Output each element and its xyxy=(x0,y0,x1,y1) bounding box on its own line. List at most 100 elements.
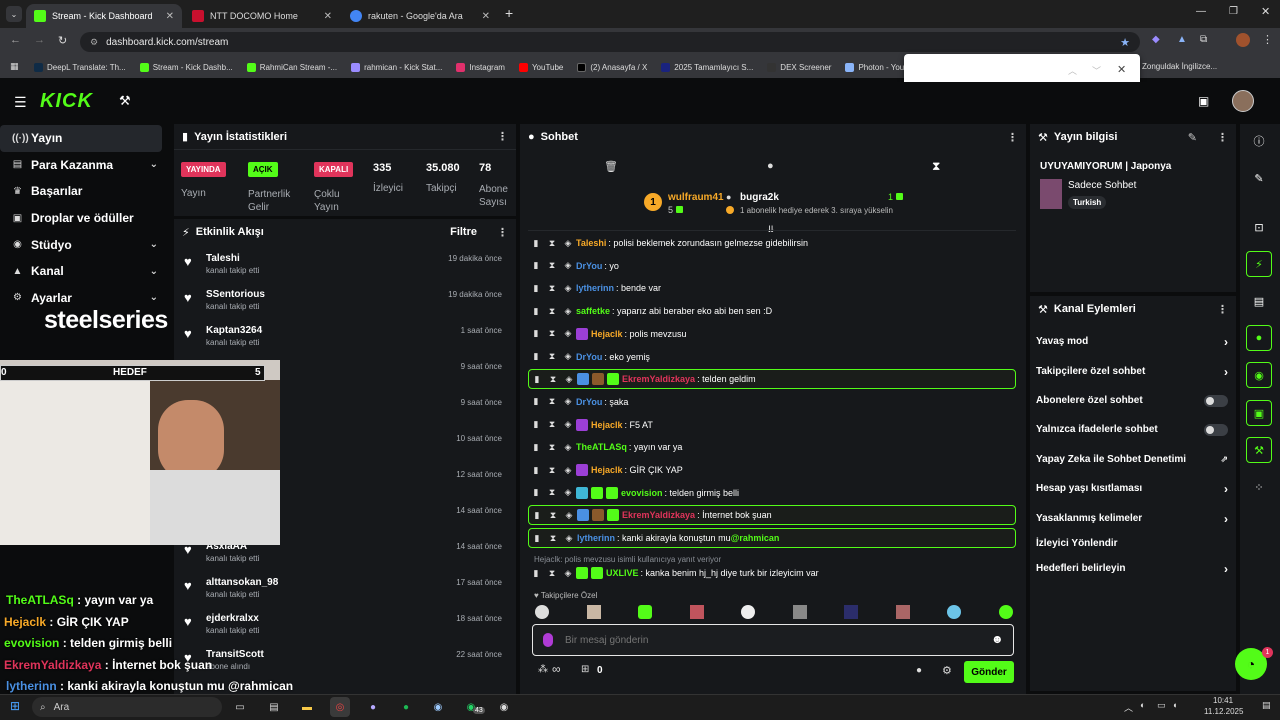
trash-icon[interactable]: ▮ xyxy=(528,396,544,407)
emote-icon[interactable] xyxy=(792,605,807,619)
timeout-icon[interactable]: ⧗ xyxy=(544,442,560,453)
timeout-icon[interactable]: ⧗ xyxy=(544,396,560,407)
spotify-icon[interactable]: ● xyxy=(396,697,416,717)
chat-message[interactable]: ▮ ⧗ ◈ lytherinn: kanki akirayla konuştun mu… xyxy=(528,528,1016,549)
chrome-icon[interactable]: ◎ xyxy=(330,697,350,717)
reload-icon[interactable]: ↻ xyxy=(58,34,67,47)
chat-username[interactable]: DrYou xyxy=(576,261,602,271)
tab-kick-dashboard[interactable]: Stream - Kick Dashboard ✕ xyxy=(26,4,182,28)
obs-icon[interactable]: ◉ xyxy=(494,697,514,717)
bookmark-item[interactable]: RahmiCan Stream -... xyxy=(246,62,337,72)
hourglass-icon[interactable]: ⧗ xyxy=(932,159,940,174)
more-menu-icon[interactable]: ⋮ xyxy=(1217,131,1228,144)
sidebar-item-yayin[interactable]: ((·)) Yayın xyxy=(0,125,162,152)
close-icon[interactable]: ✕ xyxy=(166,11,174,22)
gift-box-icon[interactable]: ⊞ xyxy=(581,664,589,675)
wrench-icon[interactable]: ⚒ xyxy=(1246,437,1272,463)
trash-icon[interactable]: ▮ xyxy=(528,283,544,294)
emote-icon[interactable] xyxy=(998,605,1013,619)
chat-message[interactable]: ▮ ⧗ ◈ saffetke: yaparız abi beraber eko abi… xyxy=(528,301,1016,321)
headset-icon[interactable]: ◐ xyxy=(1140,700,1145,710)
new-tab-icon[interactable]: + xyxy=(505,5,513,21)
sidebar-item-studyo[interactable]: ◉ Stüdyo ⌄ xyxy=(0,231,170,258)
timeout-icon[interactable]: ⧗ xyxy=(544,465,560,476)
sidebar-item-kanal[interactable]: ▲ Kanal ⌄ xyxy=(0,258,170,285)
timeout-icon[interactable]: ⧗ xyxy=(545,533,561,544)
apps-icon[interactable]: ⁘ xyxy=(1246,474,1272,500)
network-icon[interactable]: ▭ xyxy=(1157,700,1166,711)
chat-message[interactable]: ▮ ⧗ ◈ EkremYaldizkaya: telden geldim xyxy=(528,369,1016,390)
discord-icon[interactable]: ● xyxy=(363,697,383,717)
timeout-icon[interactable]: ⧗ xyxy=(544,419,560,430)
broadcast-monitor-icon[interactable]: ▣ xyxy=(1198,94,1209,108)
back-icon[interactable]: ← xyxy=(10,34,21,46)
trash-icon[interactable]: 🗑 xyxy=(604,160,618,173)
task-view-icon[interactable]: ▭ xyxy=(230,697,250,717)
timeout-icon[interactable]: ⧗ xyxy=(544,306,560,317)
bookmark-item[interactable]: DeepL Translate: Th... xyxy=(34,62,126,72)
trash-icon[interactable]: ▮ xyxy=(529,510,545,521)
feed-item[interactable]: ♥ Kaptan3264 kanalı takip etti 1 saat önce xyxy=(174,321,514,357)
close-icon[interactable]: ✕ xyxy=(324,11,332,22)
trash-icon[interactable]: ▮ xyxy=(528,419,544,430)
timeout-icon[interactable]: ⧗ xyxy=(545,510,561,521)
address-bar[interactable]: ⚙ dashboard.kick.com/stream ★ xyxy=(80,32,1140,52)
avatar[interactable] xyxy=(1232,90,1254,112)
category-name[interactable]: Sadece Sohbet xyxy=(1068,180,1136,191)
chat-message[interactable]: ▮ ⧗ ◈ Hejaclk: polis mevzusu xyxy=(528,324,1016,344)
chat-bubble-icon[interactable]: ● xyxy=(1246,325,1272,351)
document-icon[interactable]: ▤ xyxy=(1246,288,1272,314)
timeout-icon[interactable]: ⧗ xyxy=(544,238,560,249)
trash-icon[interactable]: ▮ xyxy=(528,351,544,362)
broadcast-icon[interactable]: ◉ xyxy=(1246,362,1272,388)
trash-icon[interactable]: ▮ xyxy=(529,533,545,544)
gear-icon[interactable]: ⚙ xyxy=(942,664,952,677)
monitor-icon[interactable]: ▣ xyxy=(1246,400,1272,426)
bookmark-item[interactable]: 2025 Tamamlayıcı S... xyxy=(661,62,753,72)
edit-icon[interactable]: ✎ xyxy=(1246,165,1272,191)
chat-message[interactable]: ▮ ⧗ ◈ DrYou: şaka xyxy=(528,392,1016,412)
volume-icon[interactable]: ◖ xyxy=(1172,700,1177,710)
trash-icon[interactable]: ▮ xyxy=(528,306,544,317)
filter-button[interactable]: Filtre xyxy=(450,226,477,238)
tag-badge[interactable]: Turkish xyxy=(1068,196,1107,209)
trash-icon[interactable]: ▮ xyxy=(528,442,544,453)
microphone-icon[interactable] xyxy=(543,633,553,647)
chat-username[interactable]: Hejaclk xyxy=(591,465,623,475)
tab-google[interactable]: rakuten - Google'da Ara ✕ xyxy=(342,4,498,28)
chat-message[interactable]: ▮ ⧗ ◈ evovision: telden girmiş belli xyxy=(528,483,1016,503)
steam-icon[interactable]: ◉ xyxy=(428,697,448,717)
timeout-icon[interactable]: ⧗ xyxy=(544,260,560,271)
chat-input-box[interactable]: ☻ xyxy=(532,624,1014,656)
find-next-icon[interactable]: ﹀ xyxy=(1092,64,1101,77)
chat-username[interactable]: DrYou xyxy=(576,397,602,407)
emote-icon[interactable] xyxy=(535,605,549,619)
info-icon[interactable]: ⓘ xyxy=(1246,128,1272,154)
chat-username[interactable]: EkremYaldizkaya xyxy=(622,374,695,384)
taskbar-search[interactable]: ⌕ Ara xyxy=(32,697,222,717)
find-close-icon[interactable]: ✕ xyxy=(1117,63,1126,76)
leader-name[interactable]: bugra2k xyxy=(740,192,779,203)
leader-name[interactable]: wulfraum41 xyxy=(668,192,724,203)
chat-message[interactable]: ▮ ⧗ ◈ DrYou: eko yemiş xyxy=(528,347,1016,367)
bookmark-item[interactable]: Instagram xyxy=(456,62,505,72)
chat-message[interactable]: ▮ ⧗ ◈ Hejaclk: GİR ÇIK YAP xyxy=(528,460,1016,480)
emoji-icon[interactable]: ☻ xyxy=(991,632,1004,646)
sidebar-item-para-kazanma[interactable]: ▤ Para Kazanma ⌄ xyxy=(0,152,170,179)
chat-username[interactable]: Hejaclk xyxy=(591,420,623,430)
notification-icon[interactable]: ▤ xyxy=(1262,700,1271,711)
sidebar-item-basarilar[interactable]: ♛ Başarılar xyxy=(0,178,170,205)
chat-mention[interactable]: @rahmican xyxy=(731,533,780,543)
site-info-icon[interactable]: ⚙ xyxy=(90,37,98,48)
bookmark-item[interactable]: YouTube xyxy=(518,62,563,72)
trash-icon[interactable]: ▮ xyxy=(528,465,544,476)
extension-icon[interactable]: ▲ xyxy=(1177,34,1187,45)
emote-icon[interactable] xyxy=(638,605,653,619)
feed-item[interactable]: ♥ Taleshi kanalı takip etti 19 dakika önce xyxy=(174,249,514,285)
chat-username[interactable]: TheATLASq xyxy=(576,442,627,452)
restore-icon[interactable]: ❐ xyxy=(1229,6,1238,17)
bookmark-item[interactable]: Zonguldak İngilizce... xyxy=(1142,62,1217,71)
screenshot-icon[interactable]: ⊡ xyxy=(1246,214,1272,240)
action-slow-mode[interactable]: Yavaş mod › xyxy=(1036,327,1228,356)
bookmark-item[interactable]: (2) Anasayfa / X xyxy=(577,62,647,72)
